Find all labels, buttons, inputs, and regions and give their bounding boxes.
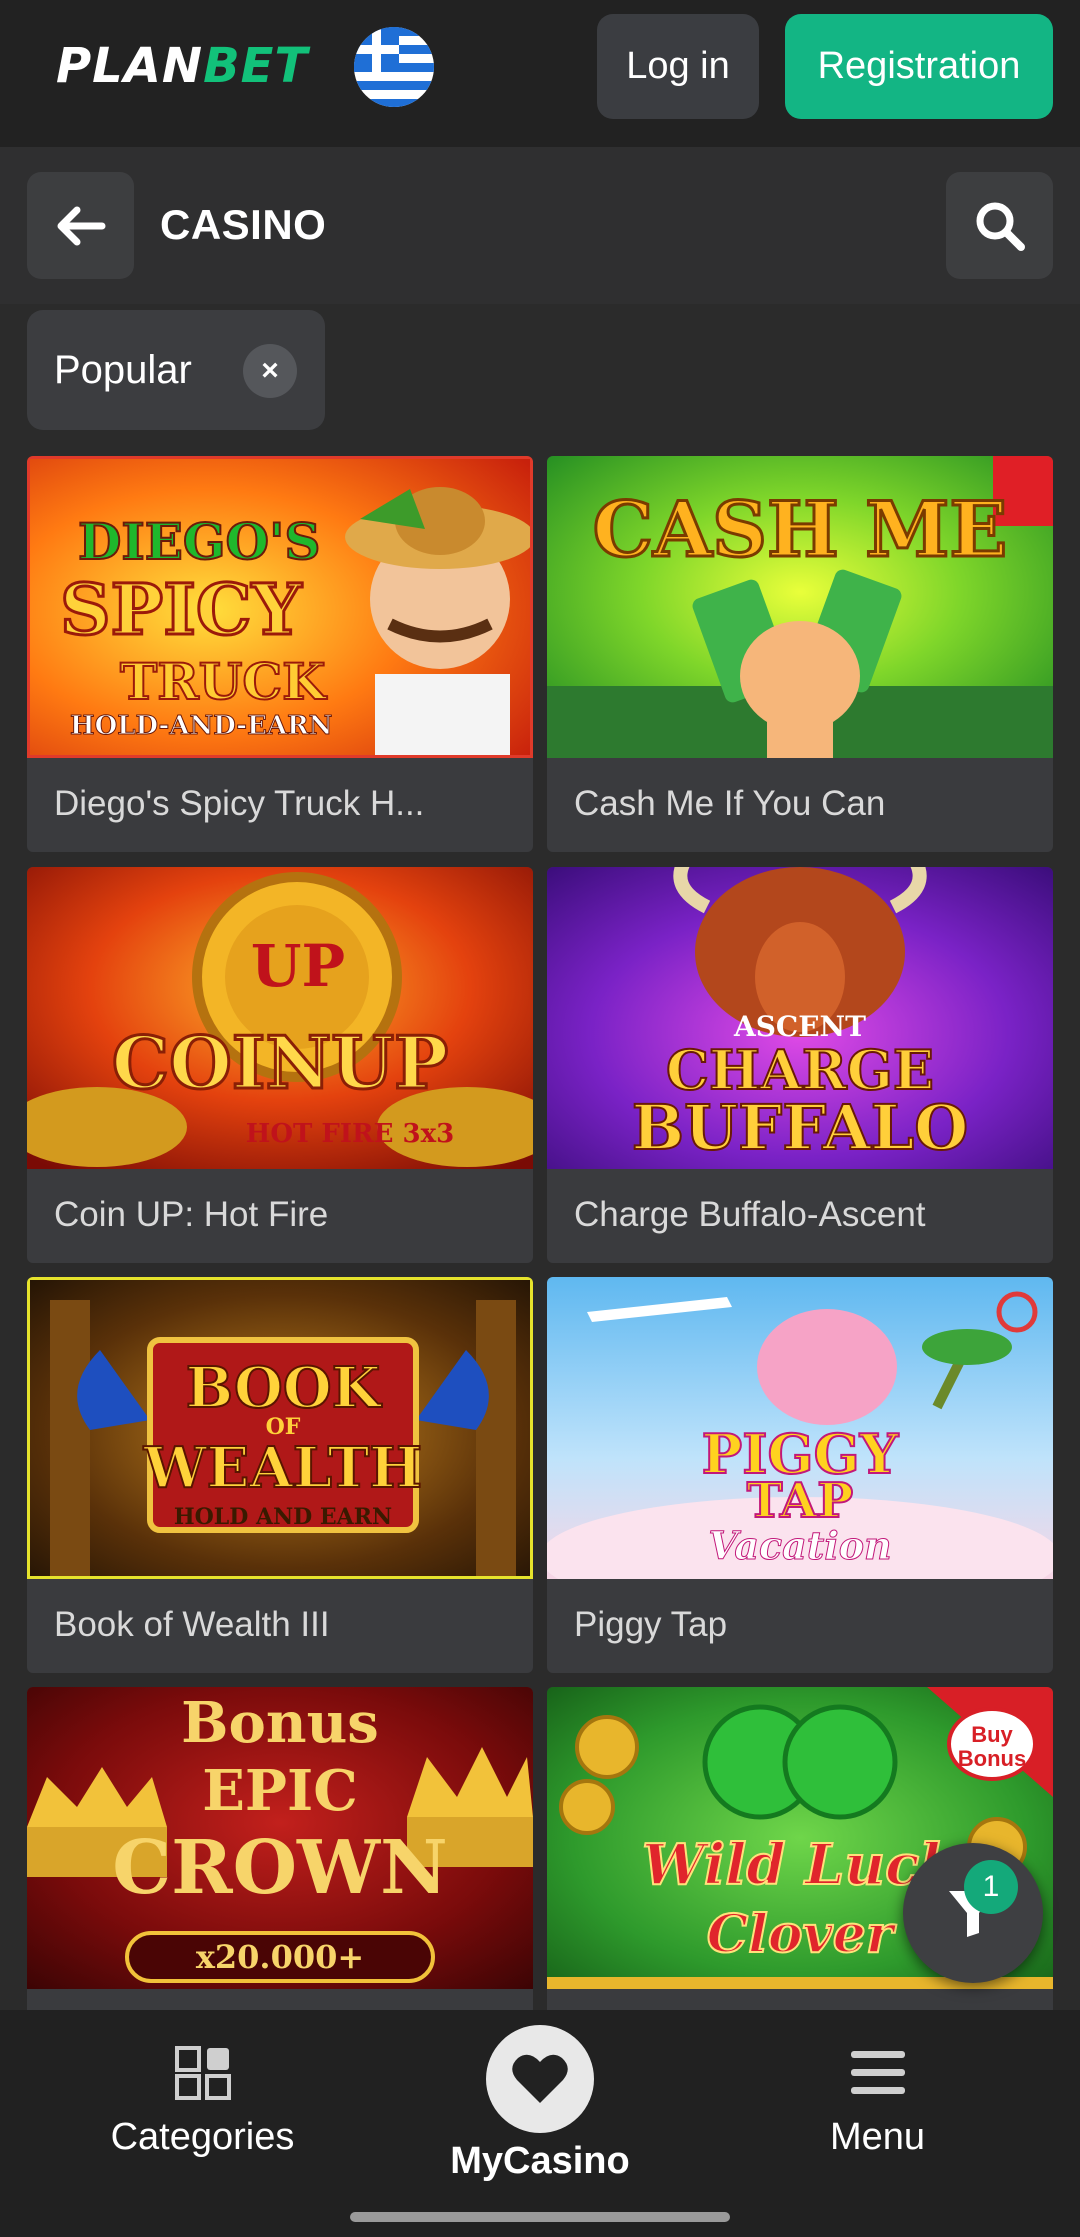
art-line: Bonus — [181, 1690, 379, 1756]
art-line: WEALTH — [143, 1435, 423, 1501]
art-line: TAP — [746, 1473, 854, 1529]
art-line: HOT FIRE 3x3 — [245, 1119, 455, 1149]
nav-item-menu[interactable]: Menu — [780, 2045, 975, 2159]
art-line: x20.000+ — [195, 1938, 365, 1976]
home-indicator — [350, 2212, 730, 2222]
art-line: CHARGE — [665, 1038, 935, 1102]
game-name[interactable]: Cash Me If You Can — [574, 782, 1034, 826]
game-name[interactable]: Charge Buffalo-Ascent — [574, 1193, 1034, 1237]
bottom-navigation: Categories MyCasino Menu — [0, 2010, 1080, 2237]
game-thumbnail[interactable]: BOOK OF WEALTH HOLD AND EARN — [27, 1277, 533, 1579]
game-thumbnail[interactable]: UP COINUP HOT FIRE 3x3 — [27, 867, 533, 1169]
game-card[interactable]: DIEGO'S SPICY TRUCK HOLD-AND-EARN Diego'… — [27, 456, 533, 852]
art-line: Vacation — [708, 1523, 892, 1568]
game-name[interactable]: Book of Wealth III — [54, 1603, 514, 1647]
game-name[interactable]: Coin UP: Hot Fire — [54, 1193, 514, 1237]
grid-icon — [174, 2046, 231, 2100]
game-card[interactable]: BOOK OF WEALTH HOLD AND EARN Book of Wea… — [27, 1277, 533, 1673]
filter-count-badge: 1 — [964, 1860, 1018, 1914]
nav-label-mycasino: MyCasino — [450, 2140, 630, 2182]
game-card[interactable]: PIGGY TAP Vacation Piggy Tap — [547, 1277, 1053, 1673]
nav-item-categories[interactable]: Categories — [80, 2045, 325, 2159]
game-thumbnail[interactable]: ASCENT CHARGE BUFFALO — [547, 867, 1053, 1169]
art-line: HOLD AND EARN — [173, 1504, 393, 1530]
game-card[interactable]: UP COINUP HOT FIRE 3x3 Coin UP: Hot Fire — [27, 867, 533, 1263]
game-card[interactable]: CASH ME Cash Me If You Can — [547, 456, 1053, 852]
art-line: COINUP — [110, 1020, 449, 1105]
game-card[interactable]: ASCENT CHARGE BUFFALO Charge Buffalo-Asc… — [547, 867, 1053, 1263]
art-line: SPICY — [59, 568, 304, 651]
game-thumbnail[interactable]: CASH ME — [547, 456, 1053, 758]
buy-bonus-badge: Buy Bonus — [947, 1707, 1037, 1781]
game-thumbnail[interactable]: Bonus EPIC CROWN x20.000+ — [27, 1687, 533, 1989]
game-name[interactable]: Diego's Spicy Truck H... — [54, 782, 514, 826]
art-line: CASH ME — [591, 485, 1009, 574]
art-line: EPIC — [202, 1758, 358, 1824]
art-line: HOLD-AND-EARN — [70, 711, 333, 741]
filter-button[interactable] — [903, 1843, 1043, 1983]
art-line: ASCENT — [733, 1010, 866, 1043]
nav-label-categories: Categories — [110, 2116, 295, 2158]
art-line: UP — [250, 932, 346, 1000]
heart-icon — [486, 2025, 594, 2133]
hamburger-menu-icon — [850, 2051, 905, 2094]
game-thumbnail[interactable]: DIEGO'S SPICY TRUCK HOLD-AND-EARN — [27, 456, 533, 758]
game-name[interactable]: Piggy Tap — [574, 1603, 1034, 1647]
art-line: CROWN — [112, 1825, 448, 1911]
art-line: BOOK — [185, 1355, 382, 1421]
art-line: BUFFALO — [631, 1091, 970, 1164]
art-line: TRUCK — [119, 652, 327, 711]
nav-label-menu: Menu — [829, 2116, 926, 2158]
nav-item-mycasino[interactable]: MyCasino — [420, 2025, 660, 2183]
game-thumbnail[interactable]: PIGGY TAP Vacation — [547, 1277, 1053, 1579]
art-line: DIEGO'S — [77, 512, 322, 571]
